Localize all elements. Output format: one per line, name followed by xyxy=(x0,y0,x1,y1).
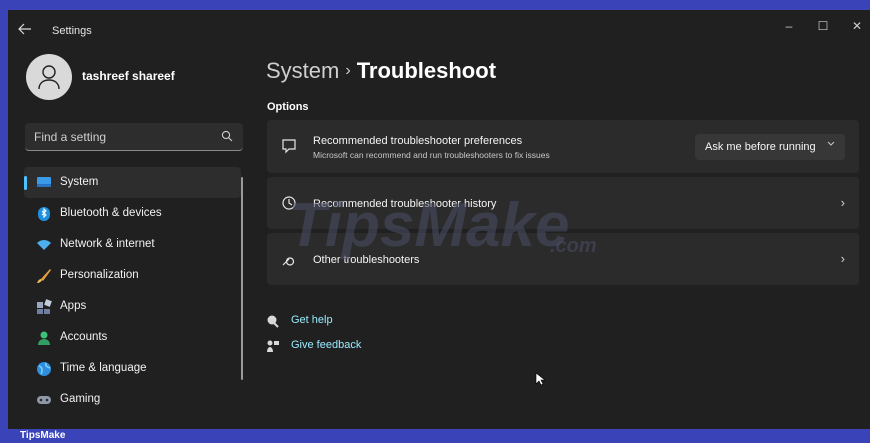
troubleshooter-preferences-card: Recommended troubleshooter preferences M… xyxy=(267,120,859,173)
sidebar-item-accounts[interactable]: Accounts xyxy=(24,322,241,353)
search-box[interactable]: Find a setting xyxy=(25,123,243,151)
gamepad-icon xyxy=(37,396,51,404)
search-input[interactable]: Find a setting xyxy=(34,130,106,144)
preferences-title: Recommended troubleshooter preferences xyxy=(313,135,523,147)
sidebar-item-label: Apps xyxy=(60,300,87,312)
person-icon xyxy=(38,65,60,90)
sidebar-item-bluetooth[interactable]: Bluetooth & devices xyxy=(24,198,241,229)
sidebar-item-label: Personalization xyxy=(60,269,139,281)
chevron-right-icon: › xyxy=(840,195,845,210)
footer-label: TipsMake xyxy=(20,430,66,441)
section-label: Options xyxy=(267,101,309,113)
give-feedback-label: Give feedback xyxy=(291,339,362,351)
window-title: Settings xyxy=(52,25,92,37)
sidebar-item-label: System xyxy=(60,176,99,188)
breadcrumb: System › Troubleshoot xyxy=(266,58,496,84)
chevron-down-icon xyxy=(827,141,835,146)
dropdown-value: Ask me before running xyxy=(705,141,816,153)
sidebar-item-gaming[interactable]: Gaming xyxy=(24,384,241,415)
svg-text:TipsMake: TipsMake xyxy=(288,191,569,260)
active-indicator xyxy=(24,176,27,190)
page-title: Troubleshoot xyxy=(356,58,497,83)
sidebar-item-network[interactable]: Network & internet xyxy=(24,229,241,260)
sidebar-item-label: Network & internet xyxy=(60,238,155,250)
profile-name: tashreef shareef xyxy=(82,69,175,83)
bluetooth-icon xyxy=(38,207,50,221)
watermark-logo: TipsMake .com xyxy=(288,191,597,260)
sidebar-item-personalization[interactable]: Personalization xyxy=(24,260,241,291)
get-help-label: Get help xyxy=(291,314,333,326)
search-icon xyxy=(221,130,233,142)
arrow-left-icon xyxy=(18,23,31,35)
feedback-icon xyxy=(267,340,279,352)
monitor-icon xyxy=(37,177,51,187)
minimize-button[interactable]: – xyxy=(772,16,806,36)
avatar[interactable] xyxy=(26,54,72,100)
globe-icon xyxy=(37,362,51,376)
title-bar: Settings – ☐ ✕ xyxy=(8,10,870,50)
sidebar-item-label: Accounts xyxy=(60,331,108,343)
sidebar-item-label: Bluetooth & devices xyxy=(60,207,162,219)
sidebar-item-label: Gaming xyxy=(60,393,101,405)
mouse-cursor-icon xyxy=(535,372,545,386)
close-button[interactable]: ✕ xyxy=(840,16,870,36)
help-icon xyxy=(267,315,279,328)
back-button[interactable] xyxy=(18,23,34,37)
sidebar-scrollbar[interactable] xyxy=(241,177,243,380)
apps-icon xyxy=(37,299,52,314)
account-icon xyxy=(38,331,50,345)
chat-icon xyxy=(282,139,296,154)
sidebar-item-label: Time & language xyxy=(60,362,147,374)
preferences-dropdown[interactable]: Ask me before running xyxy=(695,134,845,160)
sidebar-item-system[interactable]: System xyxy=(24,167,241,198)
wifi-icon xyxy=(37,240,51,250)
preferences-description: Microsoft can recommend and run troubles… xyxy=(313,150,550,160)
settings-window: Settings – ☐ ✕ tashreef shareef Find a s… xyxy=(8,10,870,429)
sidebar-nav: System Bluetooth & devices Network & int… xyxy=(24,167,241,415)
svg-text:.com: .com xyxy=(550,235,597,257)
sidebar-item-time-language[interactable]: Time & language xyxy=(24,353,241,384)
brush-icon xyxy=(37,269,51,283)
breadcrumb-separator: › xyxy=(345,62,351,79)
watermark-footer: TipsMake xyxy=(0,429,870,443)
chevron-right-icon: › xyxy=(840,251,845,266)
sidebar-item-apps[interactable]: Apps xyxy=(24,291,241,322)
maximize-button[interactable]: ☐ xyxy=(806,16,840,36)
breadcrumb-parent[interactable]: System xyxy=(266,58,339,83)
